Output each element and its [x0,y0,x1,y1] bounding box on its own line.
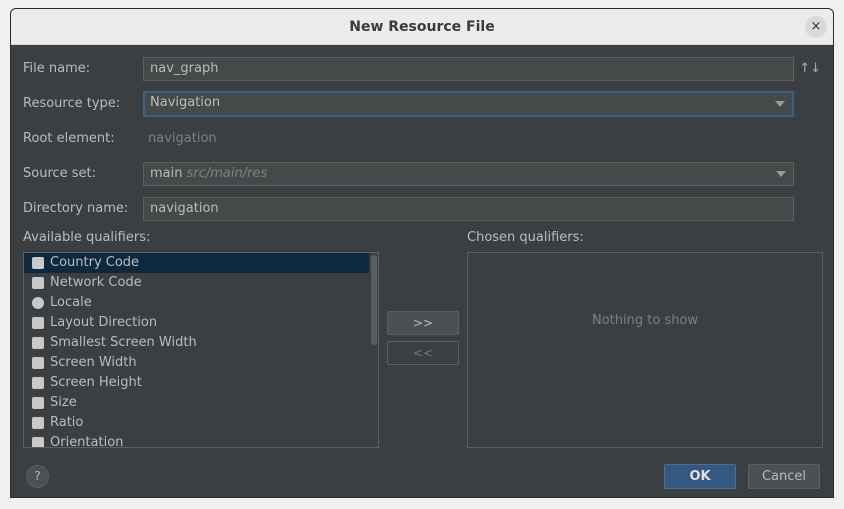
screen-height-icon [32,377,44,389]
qualifier-item[interactable]: Smallest Screen Width [24,333,369,353]
dialog-title: New Resource File [349,19,495,35]
file-name-label: File name: [23,61,91,76]
source-set-value: main [150,166,183,181]
source-set-path: src/main/res [186,166,268,181]
new-resource-file-dialog: New Resource File × File name: nav_graph… [10,8,834,498]
chevron-down-icon [776,171,786,177]
add-qualifier-button[interactable]: >> [387,311,459,335]
source-set-select[interactable]: main src/main/res [143,162,794,186]
qualifier-item[interactable]: Network Code [24,273,369,293]
remove-qualifier-button[interactable]: << [387,341,459,365]
source-set-label: Source set: [23,166,97,181]
globe-icon [32,297,44,309]
layout-direction-icon [32,317,44,329]
qualifier-item[interactable]: Locale [24,293,369,313]
directory-name-field[interactable]: navigation [143,197,794,221]
country-code-icon [32,257,44,269]
chosen-qualifiers-list[interactable]: Nothing to show [467,252,823,448]
root-element-value: navigation [148,131,217,146]
root-element-label: Root element: [23,131,115,146]
help-button[interactable]: ? [26,465,49,488]
question-icon: ? [34,469,41,483]
screen-width-icon [32,357,44,369]
network-code-icon [32,277,44,289]
chosen-qualifiers-label: Chosen qualifiers: [467,230,584,245]
ok-button[interactable]: OK [664,464,736,489]
qualifier-item[interactable]: Layout Direction [24,313,369,333]
size-icon [32,397,44,409]
qualifier-item[interactable]: Screen Height [24,373,369,393]
sort-icon[interactable]: ↑↓ [799,61,821,76]
qualifier-item[interactable]: Country Code [24,253,369,273]
smallest-width-icon [32,337,44,349]
qualifier-item[interactable]: Orientation [24,433,369,447]
qualifier-item[interactable]: Screen Width [24,353,369,373]
available-qualifiers-label: Available qualifiers: [23,230,151,245]
resource-type-value: Navigation [150,95,221,110]
cancel-button[interactable]: Cancel [748,464,820,489]
qualifier-item[interactable]: Size [24,393,369,413]
available-qualifiers-list[interactable]: Country Code Network Code Locale Layout … [23,252,379,448]
list-scrollbar[interactable] [370,253,378,447]
title-bar: New Resource File × [11,9,833,45]
chevron-down-icon [775,101,785,107]
resource-type-label: Resource type: [23,96,121,111]
ratio-icon [32,417,44,429]
close-icon: × [810,19,822,34]
qualifier-item[interactable]: Ratio [24,413,369,433]
file-name-field[interactable]: nav_graph [143,57,794,81]
close-button[interactable]: × [805,16,827,38]
resource-type-select[interactable]: Navigation [143,91,794,117]
orientation-icon [32,437,44,447]
directory-name-label: Directory name: [23,201,129,216]
scroll-thumb[interactable] [371,255,377,345]
empty-state-text: Nothing to show [591,313,699,328]
